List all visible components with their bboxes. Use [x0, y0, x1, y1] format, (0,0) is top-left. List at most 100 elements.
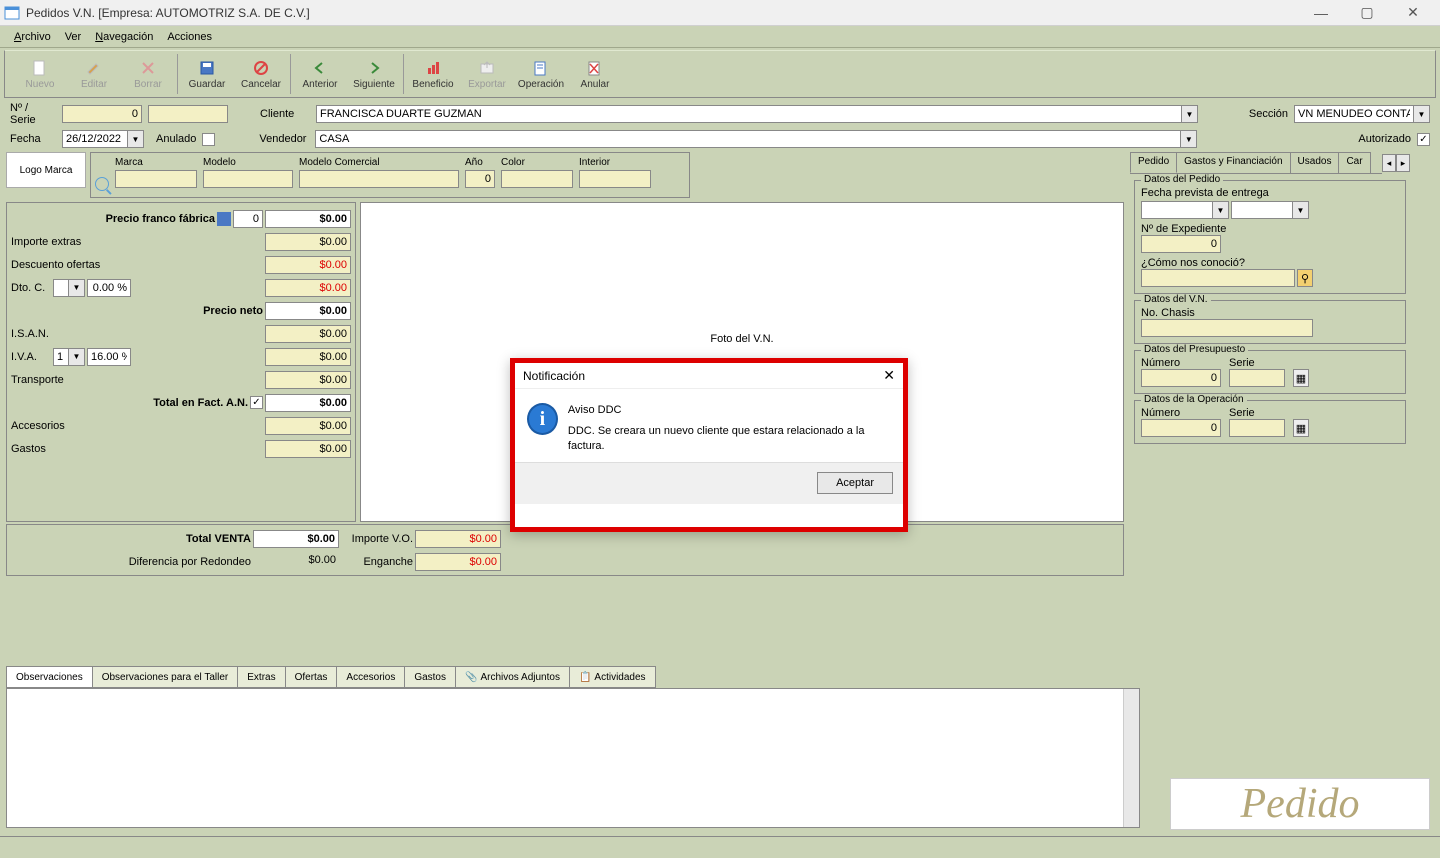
- totfact-checkbox[interactable]: [250, 396, 263, 409]
- marca-input[interactable]: [115, 170, 197, 188]
- btab-obs-taller[interactable]: Observaciones para el Taller: [92, 666, 239, 688]
- iva-label: I.V.A.: [11, 351, 51, 363]
- dialog-close-button[interactable]: ✕: [883, 367, 895, 384]
- tab-next[interactable]: ▸: [1396, 154, 1410, 172]
- datosped-title: Datos del Pedido: [1141, 174, 1223, 185]
- interior-input[interactable]: [579, 170, 651, 188]
- btab-extras[interactable]: Extras: [237, 666, 285, 688]
- toolbar-beneficio[interactable]: Beneficio: [406, 52, 460, 96]
- isan-value[interactable]: [265, 325, 351, 343]
- descof-label: Descuento ofertas: [11, 259, 263, 271]
- window-title: Pedidos V.N. [Empresa: AUTOMOTRIZ S.A. D…: [26, 6, 1298, 20]
- search-icon[interactable]: [95, 177, 109, 191]
- grp-datos-pedido: Datos del Pedido Fecha prevista de entre…: [1134, 180, 1406, 294]
- gastos-value[interactable]: [265, 440, 351, 458]
- dtoc-combo[interactable]: [53, 279, 69, 297]
- nexp-input[interactable]: [1141, 235, 1221, 253]
- cliente-combo[interactable]: [316, 105, 1182, 123]
- fechaprev-dd[interactable]: ▼: [1213, 201, 1229, 219]
- pres-lookup-icon[interactable]: ▦: [1293, 369, 1309, 387]
- extras-value[interactable]: [265, 233, 351, 251]
- anulado-label: Anulado: [156, 133, 196, 145]
- menu-acciones[interactable]: Acciones: [161, 29, 218, 45]
- autorizado-checkbox[interactable]: [1417, 133, 1430, 146]
- btab-gastos[interactable]: Gastos: [404, 666, 456, 688]
- iva-pct[interactable]: [87, 348, 131, 366]
- rtab-gastos[interactable]: Gastos y Financiación: [1176, 152, 1290, 173]
- toolbar-guardar[interactable]: Guardar: [180, 52, 234, 96]
- fecha-dropdown-button[interactable]: ▼: [128, 130, 144, 148]
- pedido-watermark: Pedido: [1170, 778, 1430, 830]
- menu-archivo[interactable]: Archivo: [8, 29, 57, 45]
- iva-value[interactable]: [265, 348, 351, 366]
- rtab-car[interactable]: Car: [1338, 152, 1370, 173]
- dialog-accept-button[interactable]: Aceptar: [817, 472, 893, 494]
- tab-prev[interactable]: ◂: [1382, 154, 1396, 172]
- fecha-input[interactable]: [62, 130, 128, 148]
- toolbar-exportar: Exportar: [460, 52, 514, 96]
- maximize-button[interactable]: ▢: [1344, 0, 1390, 26]
- descof-value[interactable]: [265, 256, 351, 274]
- menu-navegacion[interactable]: Navegación: [89, 29, 159, 45]
- scrollbar[interactable]: [1123, 689, 1139, 827]
- modelocom-input[interactable]: [299, 170, 459, 188]
- minimize-button[interactable]: —: [1298, 0, 1344, 26]
- right-tabs: Pedido Gastos y Financiación Usados Car: [1130, 152, 1382, 174]
- transp-value[interactable]: [265, 371, 351, 389]
- btab-adjuntos[interactable]: 📎Archivos Adjuntos: [455, 666, 570, 688]
- dtoc-value[interactable]: [265, 279, 351, 297]
- pres-numero-input[interactable]: [1141, 369, 1221, 387]
- color-input[interactable]: [501, 170, 573, 188]
- seccion-dropdown-button[interactable]: ▼: [1414, 105, 1430, 123]
- menu-ver[interactable]: Ver: [59, 29, 88, 45]
- seccion-combo[interactable]: [1294, 105, 1414, 123]
- acc-value[interactable]: [265, 417, 351, 435]
- rtab-pedido[interactable]: Pedido: [1130, 152, 1177, 173]
- btab-actividades[interactable]: 📋Actividades: [569, 666, 656, 688]
- calc-icon[interactable]: [217, 212, 231, 226]
- modelo-input[interactable]: [203, 170, 293, 188]
- vendedor-combo[interactable]: [315, 130, 1181, 148]
- vendedor-dropdown-button[interactable]: ▼: [1181, 130, 1197, 148]
- autorizado-label: Autorizado: [1358, 133, 1411, 145]
- op-lookup-icon[interactable]: ▦: [1293, 419, 1309, 437]
- dtoc-dropdown[interactable]: ▼: [69, 279, 85, 297]
- toolbar-anular[interactable]: Anular: [568, 52, 622, 96]
- btab-observaciones[interactable]: Observaciones: [6, 666, 93, 688]
- bottom-tab-content[interactable]: [6, 688, 1140, 828]
- franco-qty[interactable]: [233, 210, 263, 228]
- franco-value[interactable]: [265, 210, 351, 228]
- anulado-checkbox[interactable]: [202, 133, 215, 146]
- impvo-value[interactable]: [415, 530, 501, 548]
- pres-serie-input[interactable]: [1229, 369, 1285, 387]
- iva-dropdown[interactable]: ▼: [69, 348, 85, 366]
- toolbar-operacion[interactable]: Operación: [514, 52, 568, 96]
- chasis-input[interactable]: [1141, 319, 1313, 337]
- ano-input[interactable]: [465, 170, 495, 188]
- nserie-input[interactable]: [62, 105, 142, 123]
- rtab-usados[interactable]: Usados: [1290, 152, 1340, 173]
- serie-input[interactable]: [148, 105, 228, 123]
- dtoc-pct[interactable]: [87, 279, 131, 297]
- op-serie-input[interactable]: [1229, 419, 1285, 437]
- cliente-dropdown-button[interactable]: ▼: [1182, 105, 1198, 123]
- fechaprev2-dd[interactable]: ▼: [1293, 201, 1309, 219]
- toolbar-siguiente[interactable]: Siguiente: [347, 52, 401, 96]
- delete-icon: [139, 59, 157, 77]
- btab-ofertas[interactable]: Ofertas: [285, 666, 338, 688]
- op-numero-input[interactable]: [1141, 419, 1221, 437]
- btab-accesorios[interactable]: Accesorios: [336, 666, 405, 688]
- fechaprev2-input[interactable]: [1231, 201, 1293, 219]
- close-button[interactable]: ✕: [1390, 0, 1436, 26]
- toolbar-anterior[interactable]: Anterior: [293, 52, 347, 96]
- neto-value: [265, 302, 351, 320]
- toolbar-cancelar[interactable]: Cancelar: [234, 52, 288, 96]
- iva-combo[interactable]: [53, 348, 69, 366]
- eng-value[interactable]: [415, 553, 501, 571]
- neto-label: Precio neto: [11, 305, 263, 317]
- extras-label: Importe extras: [11, 236, 263, 248]
- conocio-lookup-icon[interactable]: ⚲: [1297, 269, 1313, 287]
- color-label: Color: [501, 157, 573, 168]
- conocio-input[interactable]: [1141, 269, 1295, 287]
- fechaprev-input[interactable]: [1141, 201, 1213, 219]
